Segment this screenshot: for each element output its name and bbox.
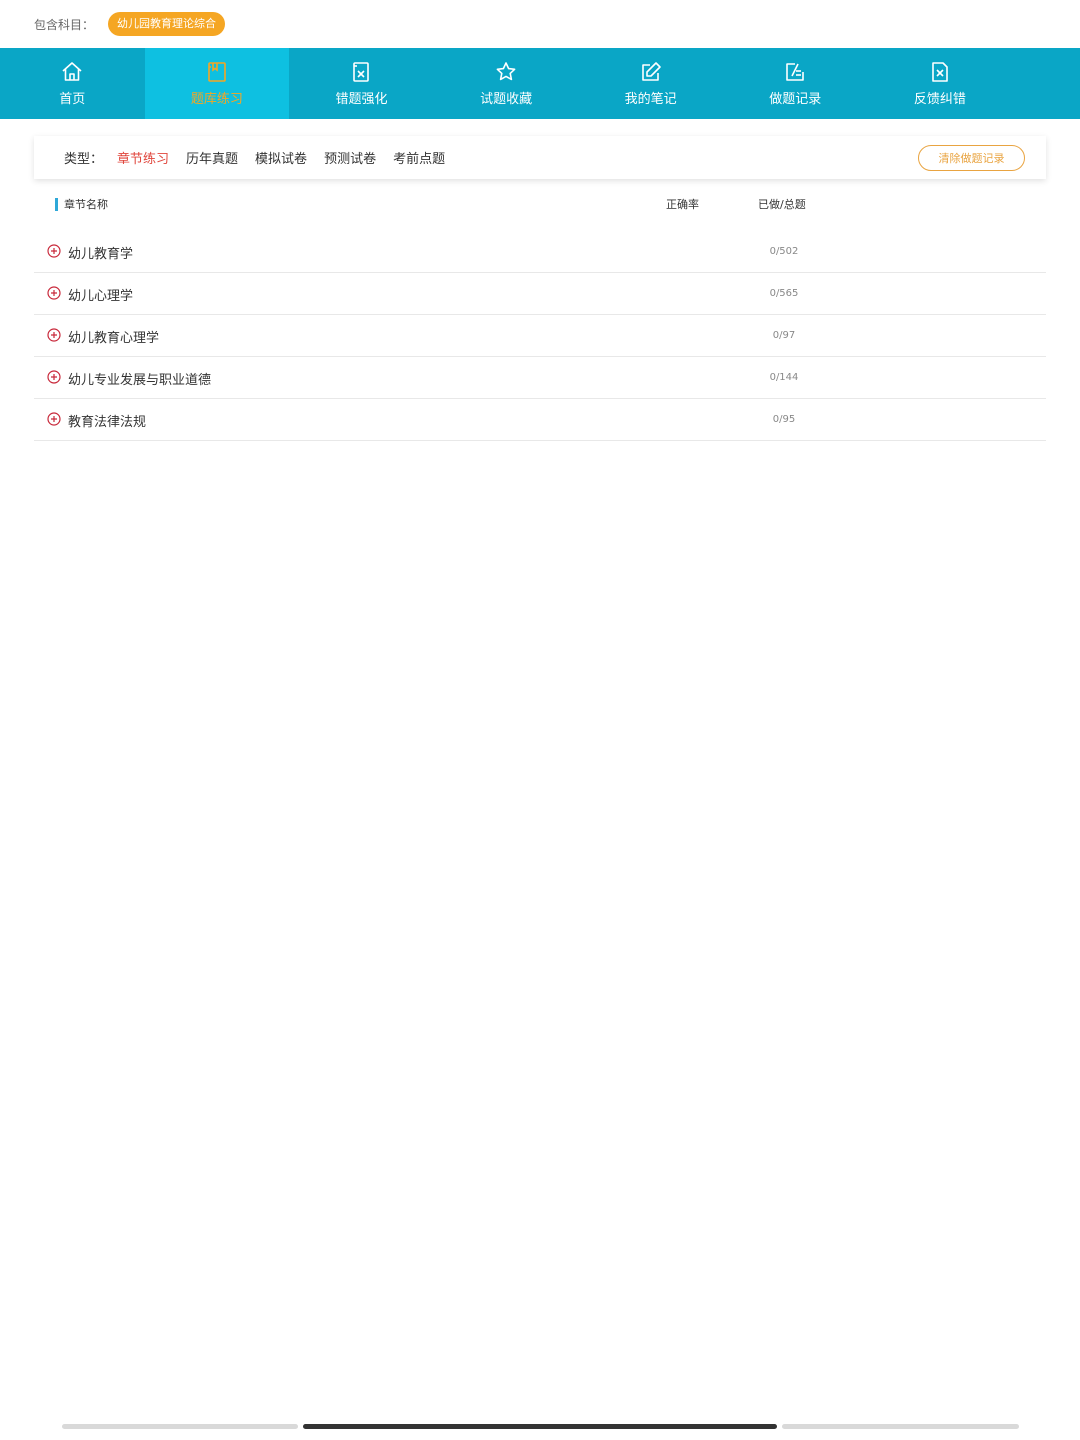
page: 包含科目： 幼儿园教育理论综合 首页 题库练习 错题强化 试题收藏 我的笔记 做… xyxy=(0,0,1080,1440)
chapter-row[interactable]: 幼儿心理学 0/565 xyxy=(34,273,1046,315)
top-navigation: 首页 题库练习 错题强化 试题收藏 我的笔记 做题记录 反馈纠错 xyxy=(0,48,1080,119)
nav-item-wrong-questions[interactable]: 错题强化 xyxy=(289,48,434,119)
chapter-count: 0/95 xyxy=(772,414,796,425)
horizontal-scroll-indicator[interactable] xyxy=(62,1424,1019,1429)
chapter-name: 幼儿专业发展与职业道德 xyxy=(68,373,212,388)
expand-plus-icon[interactable] xyxy=(47,244,61,258)
feedback-x-icon xyxy=(928,60,952,84)
home-icon xyxy=(60,60,84,84)
nav-item-feedback[interactable]: 反馈纠错 xyxy=(868,48,1013,119)
chapter-count: 0/144 xyxy=(769,372,799,383)
star-icon xyxy=(494,60,518,84)
tab-past-exams[interactable]: 历年真题 xyxy=(186,148,238,167)
scroll-segment-left xyxy=(62,1424,298,1429)
subject-chip[interactable]: 幼儿园教育理论综合 xyxy=(108,12,226,36)
nav-item-home[interactable]: 首页 xyxy=(0,48,145,119)
header-accent-bar xyxy=(55,198,58,211)
nav-label: 做题记录 xyxy=(769,92,822,107)
tab-chapter-practice[interactable]: 章节练习 xyxy=(117,148,169,167)
subject-label: 包含科目： xyxy=(34,17,95,32)
column-header-done-total: 已做/总题 xyxy=(758,198,806,211)
record-icon xyxy=(783,60,807,84)
scroll-thumb[interactable] xyxy=(303,1424,777,1429)
expand-plus-icon[interactable] xyxy=(47,328,61,342)
clear-records-button[interactable]: 清除做题记录 xyxy=(918,145,1025,171)
nav-label: 反馈纠错 xyxy=(913,92,966,107)
edit-icon xyxy=(639,60,663,84)
tab-mock-exams[interactable]: 模拟试卷 xyxy=(255,148,307,167)
type-filter-label: 类型： xyxy=(64,152,104,167)
nav-label: 错题强化 xyxy=(335,92,388,107)
wrong-doc-icon xyxy=(349,60,373,84)
type-filter-bar: 类型： 章节练习 历年真题 模拟试卷 预测试卷 考前点题 清除做题记录 xyxy=(34,136,1046,179)
tab-predicted-exams[interactable]: 预测试卷 xyxy=(324,148,376,167)
chapter-name: 教育法律法规 xyxy=(68,415,147,430)
nav-item-question-bank[interactable]: 题库练习 xyxy=(144,48,290,119)
nav-label: 我的笔记 xyxy=(624,92,677,107)
chapter-name: 幼儿教育学 xyxy=(68,247,134,262)
book-icon xyxy=(205,60,229,84)
chapter-list: 幼儿教育学 0/502 幼儿心理学 0/565 幼儿教育心理学 0/97 幼儿专… xyxy=(34,231,1046,441)
expand-plus-icon[interactable] xyxy=(47,370,61,384)
nav-label: 试题收藏 xyxy=(480,92,533,107)
chapter-name: 幼儿教育心理学 xyxy=(68,331,160,346)
chapter-row[interactable]: 幼儿教育心理学 0/97 xyxy=(34,315,1046,357)
chapter-row[interactable]: 教育法律法规 0/95 xyxy=(34,399,1046,441)
chapter-count: 0/97 xyxy=(772,330,796,341)
nav-item-records[interactable]: 做题记录 xyxy=(723,48,868,119)
scroll-segment-right xyxy=(782,1424,1019,1429)
nav-label: 题库练习 xyxy=(190,92,243,107)
chapter-name: 幼儿心理学 xyxy=(68,289,134,304)
nav-item-notes[interactable]: 我的笔记 xyxy=(578,48,723,119)
chapter-row[interactable]: 幼儿专业发展与职业道德 0/144 xyxy=(34,357,1046,399)
chapter-count: 0/502 xyxy=(769,246,799,257)
chapter-row[interactable]: 幼儿教育学 0/502 xyxy=(34,231,1046,273)
expand-plus-icon[interactable] xyxy=(47,412,61,426)
nav-label: 首页 xyxy=(59,92,86,107)
tab-pre-exam-points[interactable]: 考前点题 xyxy=(393,148,445,167)
nav-item-favorites[interactable]: 试题收藏 xyxy=(434,48,579,119)
table-header: 章节名称 正确率 已做/总题 xyxy=(34,190,1046,218)
column-header-accuracy: 正确率 xyxy=(666,198,699,211)
column-header-chapter: 章节名称 xyxy=(64,198,108,211)
expand-plus-icon[interactable] xyxy=(47,286,61,300)
subject-bar: 包含科目： 幼儿园教育理论综合 xyxy=(0,0,1080,48)
chapter-count: 0/565 xyxy=(769,288,799,299)
